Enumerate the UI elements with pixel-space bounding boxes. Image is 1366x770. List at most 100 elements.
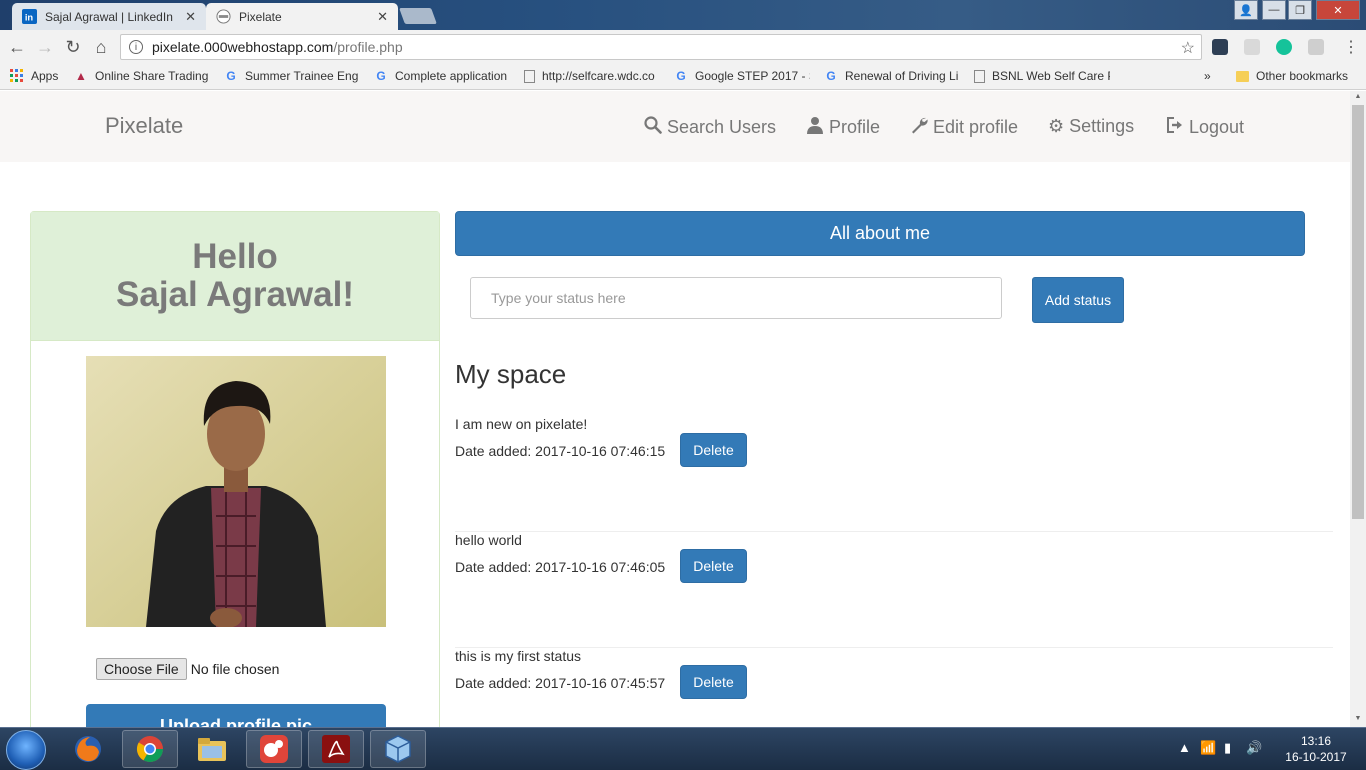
google-icon: G [826,69,836,83]
trading-logo-icon: ▲ [75,69,87,83]
firefox-icon[interactable] [60,730,116,768]
status-input[interactable] [470,277,1002,319]
bookmark-item[interactable]: BSNL Web Self Care P [974,69,1110,83]
nav-label: Logout [1189,117,1245,137]
linkedin-icon: in [22,9,37,24]
close-tab-icon[interactable]: ✕ [377,9,388,25]
bookmark-label: Google STEP 2017 - S [695,69,810,83]
delete-button[interactable]: Delete [680,665,747,699]
bookmark-item[interactable]: G Google STEP 2017 - S [674,69,810,83]
post-text: this is my first status [455,648,582,664]
windows-taskbar: ▲ 📶 ▮ 🔊 13:16 16-10-2017 [0,727,1366,770]
nav-search-users[interactable]: Search Users [644,116,776,139]
user-profile-icon[interactable]: 👤 [1234,0,1258,20]
google-icon: G [226,69,236,83]
restore-button[interactable]: ❐ [1288,0,1312,20]
delete-button[interactable]: Delete [680,433,747,467]
grammarly-icon[interactable] [1276,39,1292,55]
choose-file-button[interactable]: Choose File [96,658,187,680]
about-me-header[interactable]: All about me [455,211,1305,256]
chrome-icon[interactable] [122,730,178,768]
nav-settings[interactable]: ⚙ Settings [1048,116,1134,137]
google-icon: G [376,69,386,83]
file-picker: Choose File No file chosen [96,658,279,680]
nav-label: Edit profile [933,117,1019,137]
extension-icon[interactable] [1244,39,1260,55]
tab-pixelate[interactable]: Pixelate ✕ [206,3,398,30]
user-icon [806,116,824,139]
url-host: pixelate.000webhostapp.com [152,39,334,55]
bookmark-label: Apps [31,69,59,83]
apps-grid-icon [10,69,24,83]
status-post: hello world Date added: 2017-10-16 07:46… [455,532,1333,648]
post-date: Date added: 2017-10-16 07:46:05 [455,559,666,575]
nav-label: Settings [1069,116,1135,136]
status-post: I am new on pixelate! Date added: 2017-1… [455,416,1333,532]
nav-profile[interactable]: Profile [806,116,880,139]
upload-profile-pic-button[interactable]: Upload profile pic [86,704,386,727]
bookmark-label: Renewal of Driving Li [845,69,959,83]
bookmark-item[interactable]: G Summer Trainee Eng [224,69,358,83]
file-explorer-icon[interactable] [184,730,240,768]
system-clock[interactable]: 13:16 16-10-2017 [1278,733,1354,765]
bookmark-star-icon[interactable]: ☆ [1181,38,1195,58]
bookmark-label: Online Share Trading [95,69,209,83]
bookmark-label: http://selfcare.wdc.co [542,69,655,83]
close-tab-icon[interactable]: ✕ [185,9,196,25]
acrobat-icon[interactable] [308,730,364,768]
virtualbox-icon[interactable] [370,730,426,768]
extension-icon[interactable] [1308,39,1324,55]
url-path: /profile.php [333,39,403,55]
bookmarks-overflow-button[interactable]: » [1204,69,1211,83]
bookmark-label: BSNL Web Self Care P [992,69,1110,83]
bookmark-item[interactable]: ▲ Online Share Trading [74,69,210,83]
bookmark-apps[interactable]: Apps [10,69,58,83]
post-date: Date added: 2017-10-16 07:45:57 [455,675,666,691]
scroll-down-icon[interactable]: ▼ [1350,715,1366,727]
battery-icon[interactable]: ▮ [1224,740,1231,756]
new-tab-button[interactable] [399,8,437,24]
site-brand[interactable]: Pixelate [105,113,183,139]
menu-kebab-icon[interactable]: ⋮ [1340,36,1362,58]
network-icon[interactable]: 📶 [1200,740,1216,756]
post-text: hello world [455,532,522,548]
info-icon[interactable]: i [129,40,143,54]
nav-label: Search Users [667,117,777,137]
bookmark-item[interactable]: G Complete application [374,69,510,83]
start-button[interactable] [6,730,46,770]
gear-icon: ⚙ [1048,116,1065,136]
scrollbar-thumb[interactable] [1352,105,1364,519]
bookmark-item[interactable]: G Renewal of Driving Li [824,69,960,83]
tab-linkedin[interactable]: in Sajal Agrawal | LinkedIn ✕ [12,3,206,30]
file-status: No file chosen [190,661,280,677]
nav-edit-profile[interactable]: Edit profile [910,116,1018,139]
status-post: this is my first status Date added: 2017… [455,648,1333,727]
wrench-icon [910,116,928,139]
page-viewport: Pixelate Search Users Profile Edit profi… [0,91,1350,727]
extension-icon[interactable] [1212,39,1228,55]
media-app-icon[interactable] [246,730,302,768]
back-arrow-icon[interactable]: ← [6,36,28,58]
reload-icon[interactable]: ↻ [62,36,84,58]
clock-date: 16-10-2017 [1285,750,1347,764]
greeting-name: Sajal Agrawal! [116,275,354,314]
close-window-button[interactable]: ✕ [1316,0,1360,20]
greeting-heading: Hello Sajal Agrawal! [31,212,439,341]
browser-toolbar: ← → ↻ ⌂ i pixelate.000webhostapp.com/pro… [0,30,1366,64]
home-icon[interactable]: ⌂ [90,36,112,58]
forward-arrow-icon[interactable]: → [34,36,56,58]
delete-button[interactable]: Delete [680,549,747,583]
vertical-scrollbar[interactable]: ▲ ▼ [1350,91,1366,727]
bookmark-item[interactable]: http://selfcare.wdc.co [524,69,660,83]
logout-icon [1166,116,1184,139]
profile-panel: Hello Sajal Agrawal! Choose File No file… [30,211,440,727]
volume-icon[interactable]: 🔊 [1246,740,1262,756]
nav-logout[interactable]: Logout [1166,116,1244,139]
add-status-button[interactable]: Add status [1032,277,1124,323]
show-hidden-icons[interactable]: ▲ [1178,740,1191,755]
scroll-up-icon[interactable]: ▲ [1350,93,1366,105]
other-bookmarks[interactable]: Other bookmarks [1236,69,1348,83]
address-bar[interactable]: i pixelate.000webhostapp.com/profile.php… [120,34,1202,60]
nav-label: Profile [829,117,881,137]
minimize-button[interactable]: — [1262,0,1286,20]
